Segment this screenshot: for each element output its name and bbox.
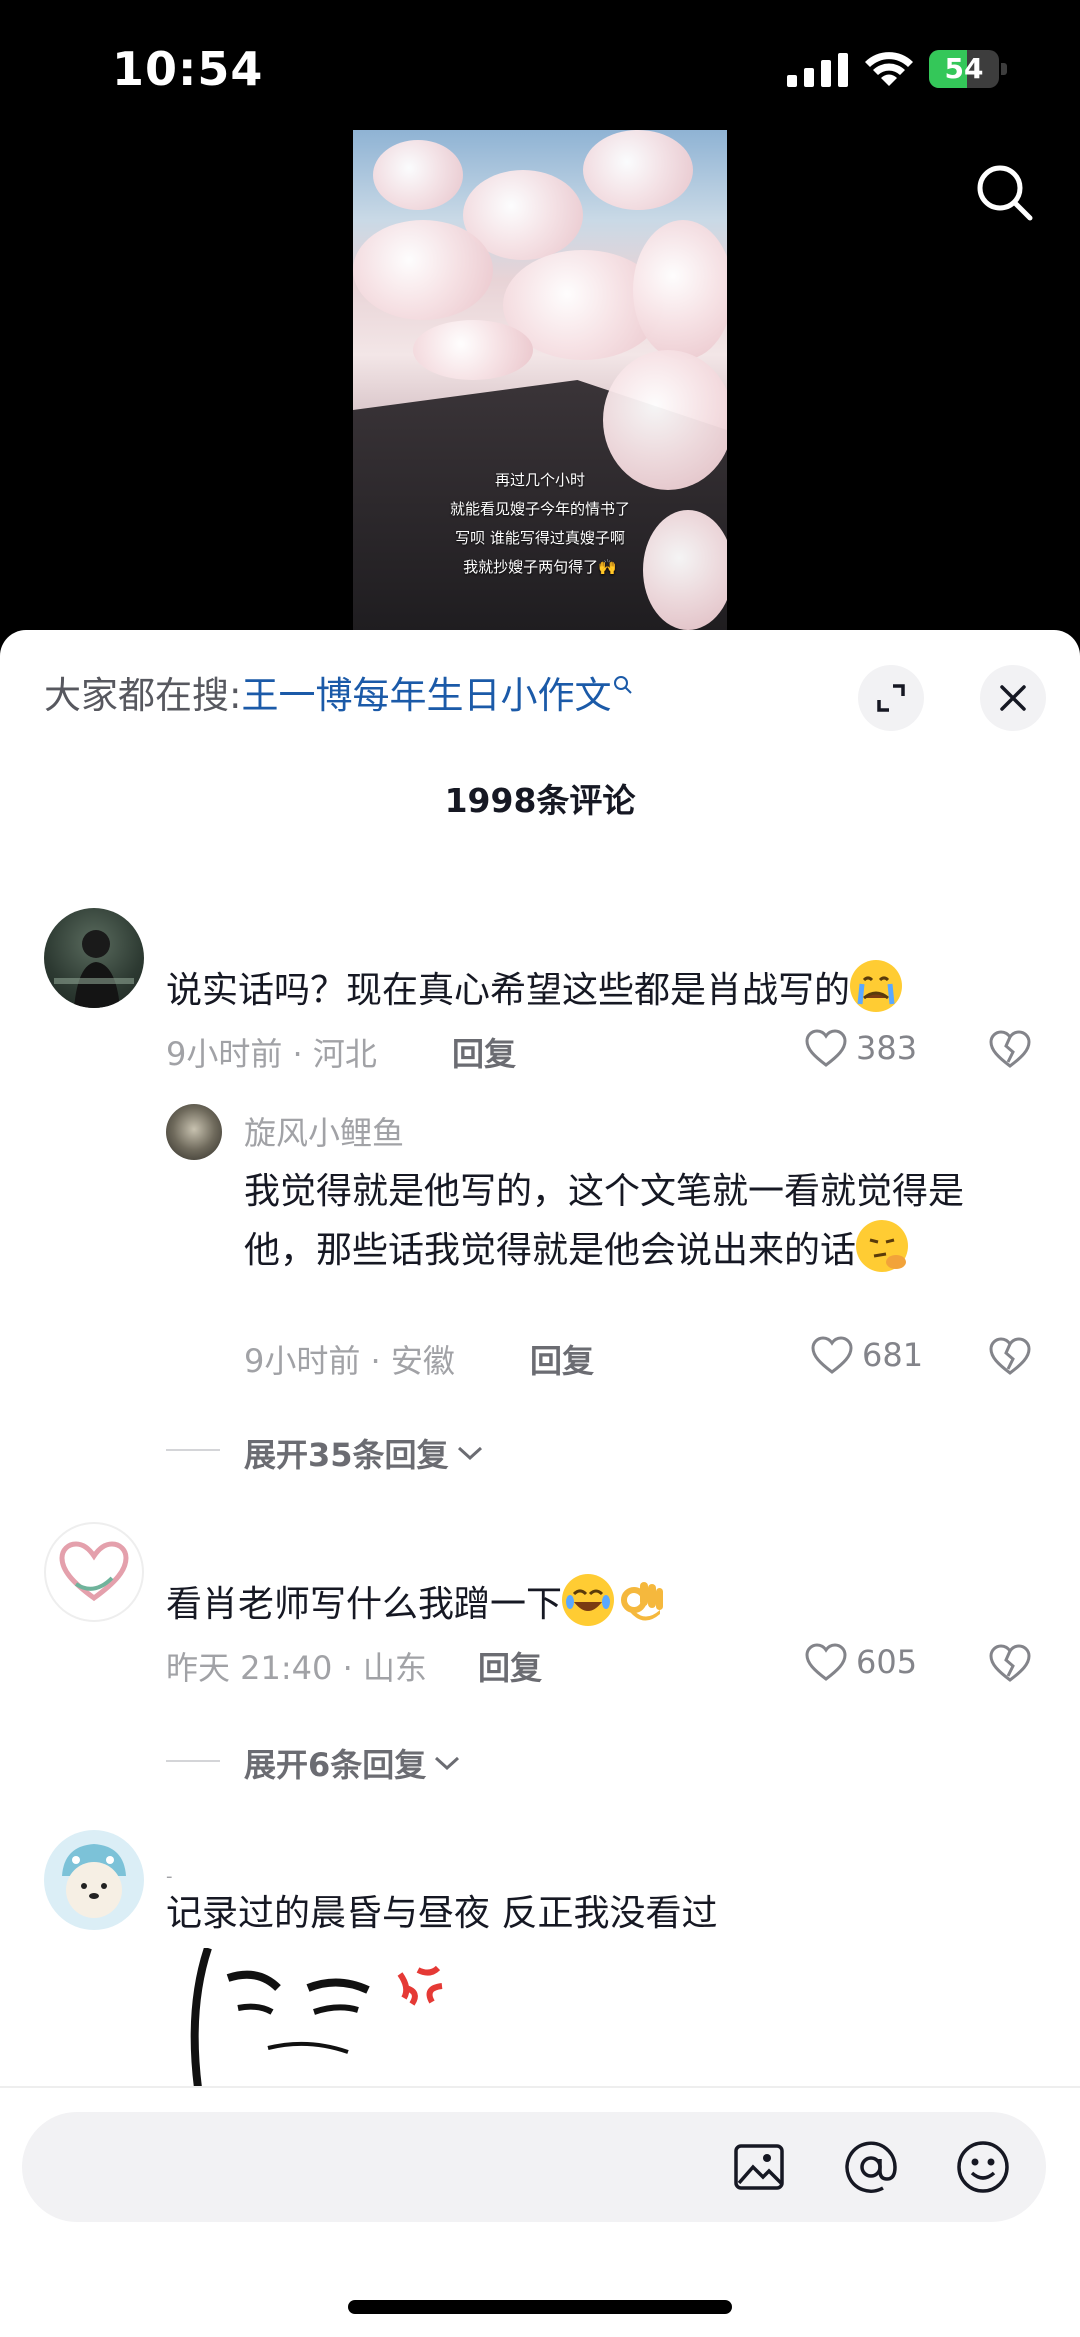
close-icon xyxy=(1000,685,1026,711)
dislike-icon[interactable] xyxy=(988,1028,1032,1070)
like-button[interactable]: 681 xyxy=(810,1335,923,1375)
chevron-down-icon xyxy=(435,1756,460,1771)
avatar[interactable] xyxy=(44,908,144,1008)
expand-replies-button[interactable]: 展开35条回复 xyxy=(244,1430,485,1476)
divider xyxy=(166,1449,220,1451)
hot-search-prefix: 大家都在搜: xyxy=(44,674,242,717)
like-button[interactable]: 605 xyxy=(804,1642,917,1682)
expand-icon xyxy=(877,684,905,712)
emoji-button[interactable] xyxy=(952,2136,1014,2198)
reply-button[interactable]: 回复 xyxy=(452,1029,516,1075)
status-bar: 10:54 54 xyxy=(0,0,1080,130)
comment-input-bar xyxy=(0,2086,1080,2337)
comment-meta: 昨天 21:40 · 山东 xyxy=(166,1649,427,1687)
comment-text: 说实话吗？现在真心希望这些都是肖战写的 xyxy=(166,960,1046,1019)
comment-text: 看肖老师写什么我蹭一下 xyxy=(166,1574,1046,1633)
hot-search-term[interactable]: 王一博每年生日小作文 xyxy=(241,665,611,719)
video-preview-area: 再过几个小时 就能看见嫂子今年的情书了 写呗 谁能写得过真嫂子啊 我就抄嫂子两句… xyxy=(0,130,1080,650)
image-button[interactable] xyxy=(728,2136,790,2198)
comment-meta: 9小时前 · 河北 xyxy=(166,1035,377,1073)
crying-emoji-icon xyxy=(850,960,903,1012)
signal-icon xyxy=(787,53,848,87)
expand-button[interactable] xyxy=(858,665,924,731)
home-indicator[interactable] xyxy=(348,2300,732,2314)
reply-username[interactable]: 旋风小鲤鱼 xyxy=(244,1108,404,1154)
comment-text: 记录过的晨昏与昼夜 反正我没看过 xyxy=(166,1893,718,1934)
heart-icon xyxy=(805,1029,847,1067)
reply-text: 我觉得就是他写的，这个文笔就一看就觉得是他，那些话我觉得就是他会说出来的话 xyxy=(244,1171,965,1272)
comment-input[interactable] xyxy=(22,2112,1046,2222)
like-count: 605 xyxy=(856,1643,918,1681)
search-icon xyxy=(614,676,633,694)
comment-username[interactable]: - xyxy=(166,1866,173,1887)
heart-icon xyxy=(811,1336,853,1374)
thinking-emoji-icon xyxy=(856,1220,909,1272)
hot-search-suggestion[interactable]: 大家都在搜: 王一博每年生日小作文 xyxy=(44,666,633,718)
dislike-icon[interactable] xyxy=(988,1335,1032,1377)
close-button[interactable] xyxy=(980,665,1046,731)
avatar[interactable] xyxy=(166,1104,222,1160)
avatar[interactable] xyxy=(44,1830,144,1930)
reply-button[interactable]: 回复 xyxy=(478,1643,542,1689)
divider xyxy=(166,1760,220,1762)
heart-icon xyxy=(805,1643,847,1681)
video-caption: 再过几个小时 就能看见嫂子今年的情书了 写呗 谁能写得过真嫂子啊 我就抄嫂子两句… xyxy=(449,471,630,576)
at-icon xyxy=(845,2141,897,2193)
reply-meta: 9小时前 · 安徽 xyxy=(244,1342,455,1380)
expand-replies-button[interactable]: 展开6条回复 xyxy=(244,1740,462,1786)
comment-count: 1998条评论 xyxy=(444,781,636,820)
battery-percent: 54 xyxy=(944,52,984,85)
ok-hand-emoji-icon xyxy=(614,1574,666,1626)
battery-indicator: 54 xyxy=(929,50,1007,88)
wifi-icon xyxy=(865,52,913,86)
like-button[interactable]: 383 xyxy=(804,1028,917,1068)
dislike-icon[interactable] xyxy=(988,1642,1032,1684)
like-count: 681 xyxy=(862,1336,924,1374)
video-thumbnail[interactable]: 再过几个小时 就能看见嫂子今年的情书了 写呗 谁能写得过真嫂子啊 我就抄嫂子两句… xyxy=(353,130,727,630)
image-icon xyxy=(734,2144,784,2190)
search-icon[interactable] xyxy=(972,160,1036,224)
avatar[interactable] xyxy=(44,1522,144,1622)
meme-image[interactable] xyxy=(168,1948,468,2088)
comment-sheet: 大家都在搜: 王一博每年生日小作文 1998条评论 说实话吗？现在真心希望这些都… xyxy=(0,630,1080,2337)
emoji-icon xyxy=(957,2141,1009,2193)
reply-button[interactable]: 回复 xyxy=(530,1336,594,1382)
like-count: 383 xyxy=(856,1029,918,1067)
laughing-emoji-icon xyxy=(562,1574,615,1626)
status-time: 10:54 xyxy=(112,42,264,96)
chevron-down-icon xyxy=(457,1446,482,1461)
mention-button[interactable] xyxy=(840,2136,902,2198)
